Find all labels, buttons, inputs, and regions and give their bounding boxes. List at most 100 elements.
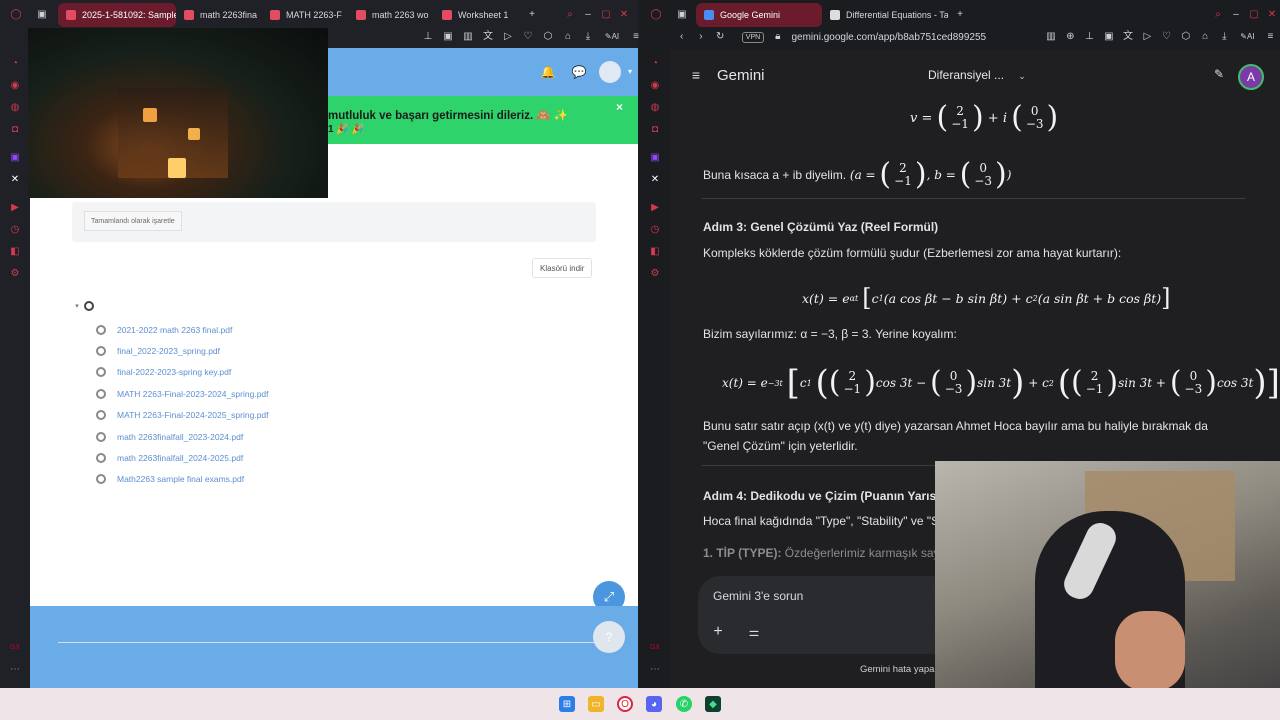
pin-icon[interactable]: ⊥	[422, 31, 434, 43]
avatar[interactable]	[599, 61, 621, 83]
history-icon[interactable]: ◷	[648, 222, 662, 236]
sidebar-more-icon[interactable]: ⋯	[648, 662, 662, 676]
file-item[interactable]: 2021-2022 math 2263 final.pdf	[96, 322, 232, 338]
tab-worksheet-1[interactable]: Worksheet 1	[434, 3, 520, 27]
messenger-icon[interactable]: ◉	[648, 78, 662, 92]
file-link[interactable]: MATH 2263-Final-2024-2025_spring.pdf	[117, 410, 269, 420]
new-chat-icon[interactable]: ✎	[1213, 68, 1225, 80]
notification-bell-icon[interactable]: 🔔	[541, 66, 556, 78]
messages-icon[interactable]: 💬	[572, 66, 587, 78]
picture-in-picture-video[interactable]	[28, 28, 328, 198]
new-tab-plus-icon[interactable]: +	[954, 9, 966, 21]
file-explorer-icon[interactable]: ▭	[588, 696, 604, 712]
forward-arrow-icon[interactable]: ›	[695, 31, 706, 43]
account-icon[interactable]: ⌂	[562, 31, 574, 43]
tab-google-gemini[interactable]: Google Gemini	[696, 3, 822, 27]
play-icon[interactable]: ▷	[1142, 31, 1153, 43]
opera-logo-icon[interactable]: ◯	[650, 9, 662, 21]
file-item[interactable]: final_2022-2023_spring.pdf	[96, 343, 220, 359]
chevron-down-icon[interactable]: ▾	[624, 66, 636, 78]
play-icon[interactable]: ▷	[502, 31, 514, 43]
file-item[interactable]: math 2263finalfall_2024-2025.pdf	[96, 450, 243, 466]
x-twitter-icon[interactable]: ✕	[648, 172, 662, 186]
close-window-icon[interactable]: ✕	[1266, 9, 1278, 21]
tools-sliders-icon[interactable]: ⚌	[748, 626, 760, 638]
twitch-icon[interactable]: ▣	[648, 150, 662, 164]
snapshot-icon[interactable]: ▥	[462, 31, 474, 43]
reload-icon[interactable]: ↻	[715, 31, 726, 43]
heart-icon[interactable]: ♡	[1161, 31, 1172, 43]
url-field[interactable]: gemini.google.com/app/b8ab751ced899255	[791, 32, 1037, 43]
twitch-icon[interactable]: ▣	[8, 150, 22, 164]
ai-icon[interactable]: ✎AI	[602, 31, 622, 43]
tab-differential-equations[interactable]: Differential Equations - Tal	[822, 3, 948, 27]
file-link[interactable]: Math2263 sample final exams.pdf	[117, 474, 244, 484]
minimize-icon[interactable]: –	[1230, 9, 1242, 21]
file-item[interactable]: Math2263 sample final exams.pdf	[96, 471, 244, 487]
tab-math-worksheet[interactable]: math 2263 wo	[348, 3, 434, 27]
mark-done-button[interactable]: Tamamlandı olarak işaretle	[84, 211, 182, 231]
vpn-badge[interactable]: VPN	[741, 31, 765, 43]
ai-icon[interactable]: ✎AI	[1238, 31, 1257, 43]
file-item[interactable]: MATH 2263-Final-2024-2025_spring.pdf	[96, 407, 269, 423]
file-link[interactable]: MATH 2263-Final-2023-2024_spring.pdf	[117, 389, 269, 399]
file-link[interactable]: math 2263finalfall_2024-2025.pdf	[117, 453, 243, 463]
translate-icon[interactable]: 文	[1122, 31, 1133, 43]
minimize-icon[interactable]: –	[582, 9, 594, 21]
account-icon[interactable]: ⌂	[1199, 31, 1210, 43]
app-taskbar-icon[interactable]: ◆	[705, 696, 721, 712]
file-link[interactable]: final-2022-2023-spring key.pdf	[117, 367, 231, 377]
file-item[interactable]: math 2263finalfall_2023-2024.pdf	[96, 429, 243, 445]
translate-icon[interactable]: 文	[482, 31, 494, 43]
user-avatar[interactable]: A	[1238, 64, 1264, 90]
windows-start-icon[interactable]: ⊞	[559, 696, 575, 712]
whatsapp-sidebar-icon[interactable]: ◍	[648, 100, 662, 114]
player-icon[interactable]: ▶	[648, 200, 662, 214]
messenger-icon[interactable]: ◉	[8, 78, 22, 92]
screenshot-icon[interactable]: ▣	[1103, 31, 1114, 43]
download-icon[interactable]: ⤓	[1219, 31, 1230, 43]
search-tabs-icon[interactable]: ⌕	[564, 9, 576, 21]
instagram-icon[interactable]: ◘	[648, 122, 662, 136]
player-icon[interactable]: ▶	[8, 200, 22, 214]
opera-logo-icon[interactable]: ◯	[10, 9, 22, 21]
file-link[interactable]: math 2263finalfall_2023-2024.pdf	[117, 432, 243, 442]
prompt-input[interactable]: Gemini 3'e sorun	[713, 589, 803, 603]
ai-sidebar-icon[interactable]: ◔	[648, 56, 662, 70]
sidebar-more-icon[interactable]: ⋯	[8, 662, 22, 676]
file-link[interactable]: final_2022-2023_spring.pdf	[117, 346, 220, 356]
extensions-icon[interactable]: ⬡	[1180, 31, 1191, 43]
hamburger-menu-icon[interactable]: ≡	[690, 68, 702, 82]
chevron-down-icon[interactable]: ⌄	[1016, 70, 1028, 82]
chat-title-dropdown[interactable]: Diferansiyel ...	[928, 68, 1004, 82]
help-fab-icon[interactable]: ?	[593, 621, 625, 653]
gx-icon[interactable]: GX	[8, 640, 22, 654]
history-icon[interactable]: ◷	[8, 222, 22, 236]
zoom-icon[interactable]: ⊕	[1065, 31, 1076, 43]
pin-icon[interactable]: ⊥	[1084, 31, 1095, 43]
pinboard-icon[interactable]: ◧	[8, 244, 22, 258]
settings-gear-icon[interactable]: ⚙	[8, 266, 22, 280]
heart-icon[interactable]: ♡	[522, 31, 534, 43]
tab-menu-icon[interactable]: ▣	[676, 9, 688, 21]
instagram-icon[interactable]: ◘	[8, 122, 22, 136]
file-item[interactable]: final-2022-2023-spring key.pdf	[96, 364, 231, 380]
search-tabs-icon[interactable]: ⌕	[1212, 9, 1224, 21]
tab-math-2263-f[interactable]: MATH 2263-F	[262, 3, 348, 27]
download-folder-button[interactable]: Klasörü indir	[532, 258, 593, 278]
settings-gear-icon[interactable]: ⚙	[648, 266, 662, 280]
download-icon[interactable]: ⤓	[582, 31, 594, 43]
tab-menu-icon[interactable]: ▣	[36, 9, 48, 21]
x-twitter-icon[interactable]: ✕	[8, 172, 22, 186]
file-link[interactable]: 2021-2022 math 2263 final.pdf	[117, 325, 232, 335]
back-arrow-icon[interactable]: ‹	[676, 31, 687, 43]
extensions-icon[interactable]: ⬡	[542, 31, 554, 43]
whatsapp-sidebar-icon[interactable]: ◍	[8, 100, 22, 114]
collapse-caret-icon[interactable]: ▾	[71, 300, 83, 312]
close-window-icon[interactable]: ✕	[618, 9, 630, 21]
tab-sample-final[interactable]: 2025-1-581092: Sample F	[58, 3, 176, 27]
opera-gx-taskbar-icon[interactable]: O	[617, 696, 633, 712]
menu-icon[interactable]: ≡	[1265, 31, 1276, 43]
whatsapp-icon[interactable]: ✆	[676, 696, 692, 712]
ai-sidebar-icon[interactable]: ◔	[8, 56, 22, 70]
